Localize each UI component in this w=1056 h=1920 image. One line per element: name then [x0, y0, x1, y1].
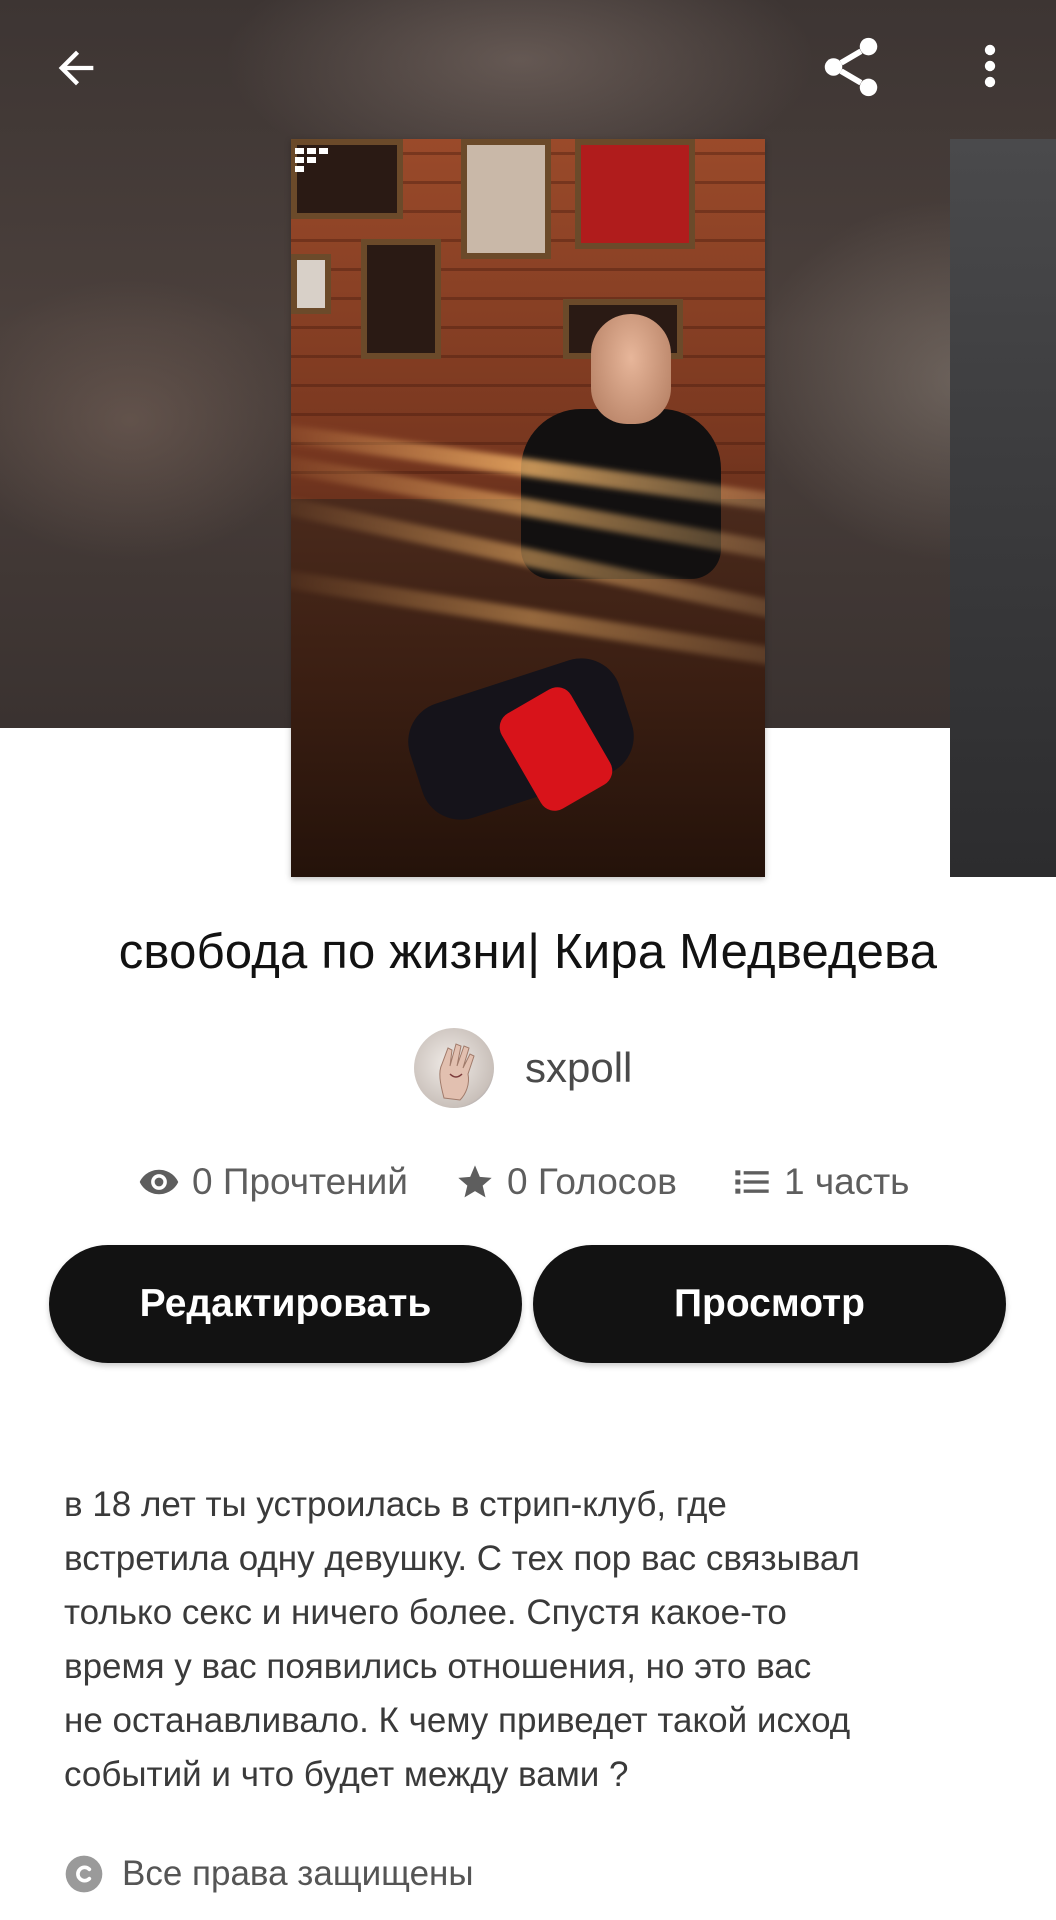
parts-count: 1 часть	[784, 1161, 910, 1202]
author-avatar[interactable]	[414, 1028, 494, 1108]
story-description: в 18 лет ты устроилась в стрип-клуб, где…	[64, 1485, 860, 1794]
author-row[interactable]: sxpoll	[0, 1026, 1056, 1112]
next-story-cover[interactable]	[950, 139, 1056, 877]
eye-icon	[138, 1161, 180, 1203]
story-stats: 0 Прочтений 0 Голосов 1 часть	[0, 1152, 1056, 1212]
more-options-button[interactable]	[960, 30, 1020, 102]
parts-stat: 1 часть	[732, 1152, 909, 1212]
votes-count: 0 Голосов	[507, 1161, 677, 1202]
votes-stat: 0 Голосов	[455, 1152, 677, 1212]
view-button[interactable]: Просмотр	[533, 1245, 1006, 1363]
copyright-icon	[65, 1855, 103, 1893]
top-bar	[0, 0, 1056, 130]
list-icon	[732, 1162, 772, 1202]
share-button[interactable]	[810, 26, 892, 108]
grid-icon	[295, 148, 328, 172]
copyright-row: Все права защищены	[64, 1850, 474, 1898]
back-button[interactable]	[40, 32, 112, 104]
copyright-text: Все права защищены	[122, 1854, 474, 1893]
star-icon	[455, 1162, 495, 1202]
reads-stat: 0 Прочтений	[138, 1152, 408, 1212]
author-name[interactable]: sxpoll	[525, 1044, 632, 1092]
story-title: свобода по жизни| Кира Медведева	[118, 925, 938, 979]
arrow-left-icon	[58, 50, 94, 86]
story-cover-image[interactable]	[291, 139, 765, 877]
edit-button[interactable]: Редактировать	[49, 1245, 522, 1363]
hand-icon	[439, 1043, 475, 1101]
more-vertical-icon	[984, 44, 996, 88]
reads-count: 0 Прочтений	[192, 1161, 408, 1202]
share-icon	[824, 37, 878, 97]
